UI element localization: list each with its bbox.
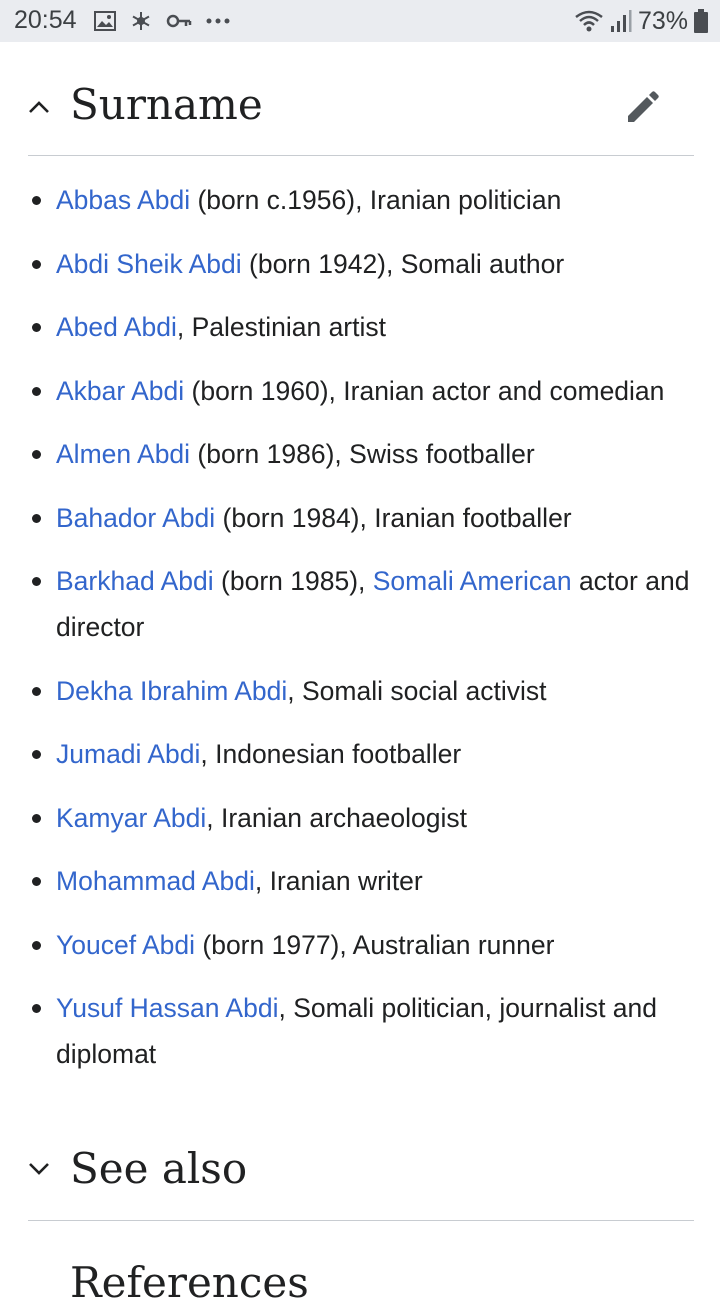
person-link[interactable]: Abed Abdi [56, 312, 177, 342]
person-link[interactable]: Abdi Sheik Abdi [56, 249, 242, 279]
person-description: , Indonesian footballer [200, 739, 462, 769]
person-link[interactable]: Barkhad Abdi [56, 566, 214, 596]
status-time: 20:54 [14, 6, 77, 34]
person-description: (born 1960), Iranian actor and comedian [184, 375, 665, 406]
more-dots-icon [206, 18, 230, 24]
wifi-icon [575, 10, 603, 32]
person-description: (born 1984), Iranian footballer [215, 502, 572, 533]
list-item: Abed Abdi, Palestinian artist [28, 304, 694, 350]
battery-icon [694, 9, 708, 33]
article-content: Surname Abbas Abdi (born c.1956), Irania… [28, 42, 694, 1307]
references-section-title[interactable]: References [70, 1258, 309, 1308]
chevron-up-icon[interactable] [28, 96, 50, 118]
person-description: , Somali social activist [287, 675, 547, 706]
person-description: , Palestinian artist [176, 312, 386, 342]
chevron-down-icon[interactable] [28, 1158, 50, 1180]
list-item: Youcef Abdi (born 1977), Australian runn… [28, 922, 694, 968]
person-description: (born c.1956), Iranian politician [190, 185, 562, 215]
person-link[interactable]: Almen Abdi [56, 439, 190, 469]
list-item: Abdi Sheik Abdi (born 1942), Somali auth… [28, 241, 694, 287]
notification-icons [94, 10, 230, 32]
battery-percent: 73% [637, 6, 688, 35]
list-item: Akbar Abdi (born 1960), Iranian actor an… [28, 368, 694, 414]
system-icons: 73% [574, 6, 708, 36]
list-item: Bahador Abdi (born 1984), Iranian footba… [28, 495, 694, 541]
list-item: Kamyar Abdi, Iranian archaeologist [28, 795, 694, 841]
person-description: , Iranian writer [254, 866, 423, 896]
surname-section-header[interactable]: Surname [28, 42, 694, 156]
person-description: (born 1986), Swiss footballer [190, 439, 535, 469]
image-icon [94, 11, 116, 31]
surname-list: Abbas Abdi (born c.1956), Iranian politi… [28, 177, 694, 1095]
person-description: (born 1977), Australian runner [195, 929, 555, 960]
list-item: Almen Abdi (born 1986), Swiss footballer [28, 431, 694, 477]
list-item: Dekha Ibrahim Abdi, Somali social activi… [28, 668, 694, 714]
person-link[interactable]: Akbar Abdi [56, 376, 184, 406]
key-icon [166, 14, 192, 28]
person-link[interactable]: Abbas Abdi [56, 185, 190, 215]
list-item: Yusuf Hassan Abdi, Somali politician, jo… [28, 985, 694, 1077]
person-link[interactable]: Bahador Abdi [56, 503, 215, 533]
status-bar: 20:54 73% [0, 0, 720, 42]
person-description: (born 1985), [213, 566, 373, 596]
list-item: Mohammad Abdi, Iranian writer [28, 858, 694, 904]
person-link[interactable]: Dekha Ibrahim Abdi [56, 676, 287, 706]
surname-section-title: Surname [70, 80, 263, 129]
list-item: Jumadi Abdi, Indonesian footballer [28, 731, 694, 777]
list-item: Abbas Abdi (born c.1956), Iranian politi… [28, 177, 694, 223]
snowflake-icon [132, 12, 150, 30]
person-description: , Iranian archaeologist [206, 802, 467, 833]
person-link[interactable]: Mohammad Abdi [56, 866, 255, 896]
see-also-section-title: See also [70, 1144, 248, 1193]
person-description: (born 1942), Somali author [241, 248, 565, 279]
edit-pencil-icon[interactable] [624, 86, 664, 126]
person-link[interactable]: Yusuf Hassan Abdi [56, 993, 278, 1023]
nationality-link[interactable]: Somali American [373, 566, 572, 596]
person-link[interactable]: Kamyar Abdi [56, 803, 206, 833]
person-link[interactable]: Jumadi Abdi [56, 739, 200, 769]
person-link[interactable]: Youcef Abdi [56, 930, 195, 960]
signal-icon [610, 10, 632, 32]
see-also-section-header[interactable]: See also [28, 1132, 694, 1221]
list-item: Barkhad Abdi (born 1985), Somali America… [28, 558, 694, 650]
